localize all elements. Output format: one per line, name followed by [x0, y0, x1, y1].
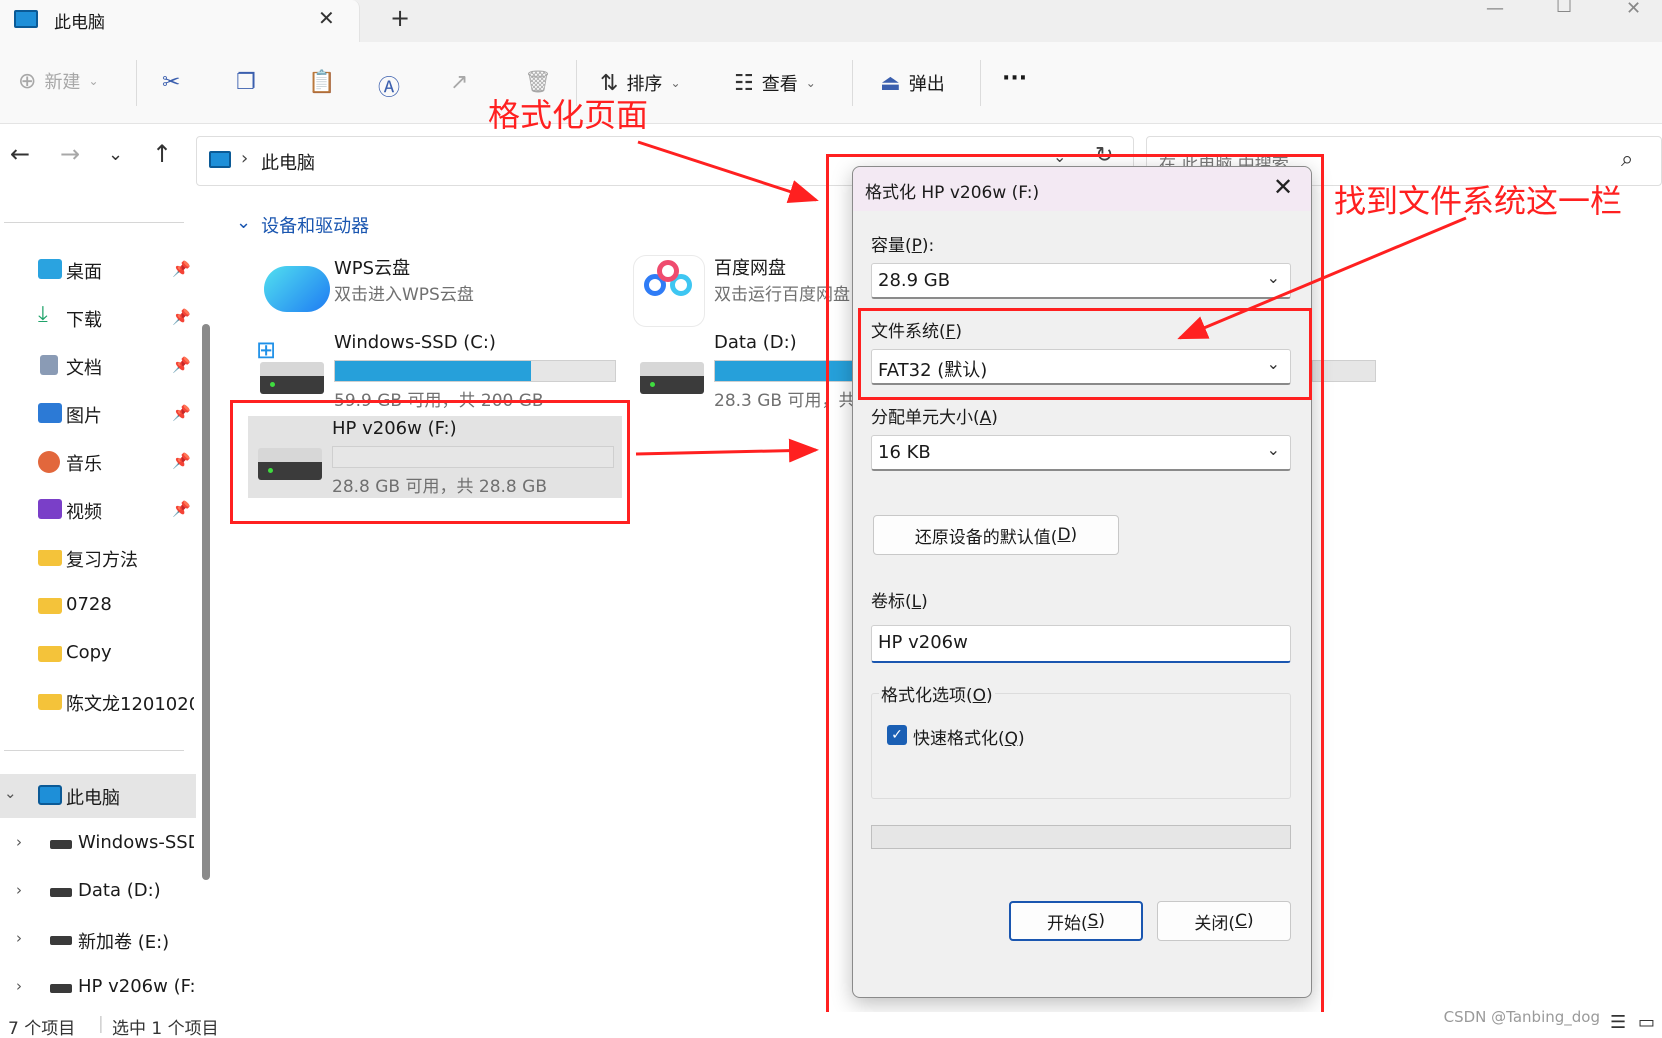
item-count: 7 个项目	[8, 1019, 76, 1038]
watermark: CSDN @Tanbing_dog	[1443, 1008, 1600, 1026]
arrow-to-filesystem	[1177, 216, 1467, 340]
led-indicator	[270, 382, 275, 387]
tiles-view-icon[interactable]: ▭	[1638, 1012, 1655, 1033]
details-view-icon[interactable]: ☰	[1610, 1012, 1626, 1033]
selected-count: 选中 1 个项目	[112, 1019, 219, 1038]
divider: |	[98, 1014, 104, 1034]
arrow-drive-to-dialog	[635, 438, 819, 463]
led-indicator	[650, 382, 655, 387]
annotation-arrows	[635, 140, 1467, 463]
status-bar: 7 个项目 | 选中 1 个项目 ☰ ▭	[0, 1012, 1662, 1038]
led-indicator	[268, 468, 273, 473]
arrow-to-dialog	[637, 140, 819, 204]
